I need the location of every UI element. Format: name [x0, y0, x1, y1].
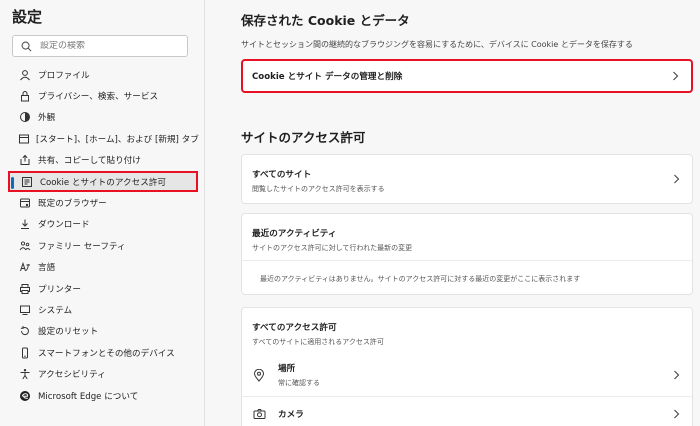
sidebar-item-label: システム: [38, 305, 73, 316]
reset-icon: [18, 324, 32, 338]
sidebar-item-label: 言語: [38, 263, 56, 274]
permissions-heading: サイトのアクセス許可: [241, 130, 366, 145]
sidebar-item-label: スマートフォンとその他のデバイス: [38, 348, 175, 359]
sidebar-item-printers[interactable]: プリンター: [8, 278, 198, 299]
cookie-permissions-icon: [20, 175, 34, 189]
profile-icon: [18, 68, 32, 82]
sidebar-item-reset-settings[interactable]: 設定のリセット: [8, 321, 198, 342]
search-icon: [21, 41, 32, 51]
sidebar-item-label: 共有、コピーして貼り付け: [38, 156, 141, 167]
all-permissions-subtitle: すべてのサイトに適用されるアクセス許可: [252, 338, 384, 346]
sidebar: 設定 プロファイル プライバシー、検索、サービス 外観 [スタート]、[ホーム]…: [0, 0, 205, 426]
all-permissions-card: すべてのアクセス許可 すべてのサイトに適用されるアクセス許可 場所 常に確認する…: [241, 307, 693, 426]
main-content: 保存された Cookie とデータ サイトとセッション間の継続的なブラウジングを…: [206, 0, 700, 426]
sidebar-item-start-home-tabs[interactable]: [スタート]、[ホーム]、および [新規] タブ: [8, 128, 199, 149]
chevron-right-icon: [673, 71, 679, 81]
system-icon: [18, 303, 32, 317]
appearance-icon: [18, 110, 32, 124]
sidebar-item-label: アクセシビリティ: [38, 370, 106, 381]
all-sites-button[interactable]: すべてのサイト 閲覧したサイトのアクセス許可を表示する: [241, 154, 693, 204]
all-permissions-title: すべてのアクセス許可: [252, 323, 337, 333]
sidebar-item-cookies-permissions[interactable]: Cookie とサイトのアクセス許可: [8, 170, 198, 193]
search-box[interactable]: [12, 35, 188, 57]
sidebar-item-label: ダウンロード: [38, 220, 90, 231]
sidebar-item-label: プリンター: [38, 284, 81, 295]
chevron-right-icon: [674, 370, 680, 380]
manage-cookies-label: Cookie とサイト データの管理と削除: [252, 72, 403, 82]
sidebar-item-label: 外観: [38, 113, 56, 124]
camera-icon: [252, 407, 266, 421]
recent-activity-empty-text: 最近のアクティビティはありません。サイトのアクセス許可に対する最近の変更がここに…: [260, 275, 581, 283]
sidebar-item-accessibility[interactable]: アクセシビリティ: [8, 363, 198, 384]
sidebar-item-label: Cookie とサイトのアクセス許可: [40, 177, 167, 188]
sidebar-item-label: プロファイル: [38, 70, 90, 81]
sidebar-item-downloads[interactable]: ダウンロード: [8, 214, 198, 235]
search-input[interactable]: [40, 41, 180, 51]
download-icon: [18, 217, 32, 231]
sidebar-item-label: [スタート]、[ホーム]、および [新規] タブ: [36, 134, 199, 145]
home-tab-icon: [18, 132, 30, 146]
sidebar-item-family-safety[interactable]: ファミリー セーフティ: [8, 235, 198, 256]
location-permission-row[interactable]: 場所 常に確認する: [242, 354, 692, 396]
printer-icon: [18, 282, 32, 296]
recent-activity-subtitle: サイトのアクセス許可に対して行われた最新の変更: [252, 244, 413, 252]
family-icon: [18, 239, 32, 253]
share-icon: [18, 153, 32, 167]
settings-title: 設定: [12, 8, 43, 26]
language-icon: [18, 260, 32, 274]
sidebar-item-label: ファミリー セーフティ: [38, 241, 126, 252]
lock-icon: [18, 89, 32, 103]
camera-title: カメラ: [278, 410, 304, 420]
chevron-right-icon: [674, 409, 680, 419]
location-subtitle: 常に確認する: [278, 379, 320, 387]
recent-activity-card: 最近のアクティビティ サイトのアクセス許可に対して行われた最新の変更 最近のアク…: [241, 213, 693, 295]
sidebar-item-phone-devices[interactable]: スマートフォンとその他のデバイス: [8, 342, 198, 363]
sidebar-item-appearance[interactable]: 外観: [8, 107, 198, 128]
location-pin-icon: [252, 368, 266, 382]
cookies-description: サイトとセッション間の継続的なブラウジングを容易にするために、デバイスに Coo…: [241, 40, 633, 49]
settings-nav: プロファイル プライバシー、検索、サービス 外観 [スタート]、[ホーム]、およ…: [8, 64, 199, 406]
browser-icon: [18, 196, 32, 210]
manage-cookies-button[interactable]: Cookie とサイト データの管理と削除: [241, 59, 693, 93]
sidebar-item-label: 既定のブラウザー: [38, 199, 107, 210]
sidebar-item-label: 設定のリセット: [38, 327, 99, 338]
sidebar-item-default-browser[interactable]: 既定のブラウザー: [8, 192, 198, 213]
location-title: 場所: [278, 364, 296, 374]
cookies-heading: 保存された Cookie とデータ: [241, 13, 410, 28]
sidebar-item-label: Microsoft Edge について: [38, 391, 139, 402]
camera-permission-row[interactable]: カメラ: [242, 397, 692, 426]
all-sites-subtitle: 閲覧したサイトのアクセス許可を表示する: [252, 185, 385, 193]
sidebar-item-languages[interactable]: 言語: [8, 257, 198, 278]
recent-activity-title: 最近のアクティビティ: [252, 229, 337, 239]
phone-icon: [18, 346, 32, 360]
sidebar-item-share-copy-paste[interactable]: 共有、コピーして貼り付け: [8, 150, 198, 171]
accessibility-icon: [18, 367, 32, 381]
all-sites-title: すべてのサイト: [252, 170, 312, 180]
chevron-right-icon: [674, 174, 680, 184]
sidebar-item-profile[interactable]: プロファイル: [8, 64, 198, 85]
edge-icon: [18, 389, 32, 403]
sidebar-item-privacy[interactable]: プライバシー、検索、サービス: [8, 85, 198, 106]
sidebar-item-label: プライバシー、検索、サービス: [38, 92, 159, 103]
sidebar-item-about-edge[interactable]: Microsoft Edge について: [8, 385, 198, 406]
sidebar-item-system[interactable]: システム: [8, 299, 198, 320]
